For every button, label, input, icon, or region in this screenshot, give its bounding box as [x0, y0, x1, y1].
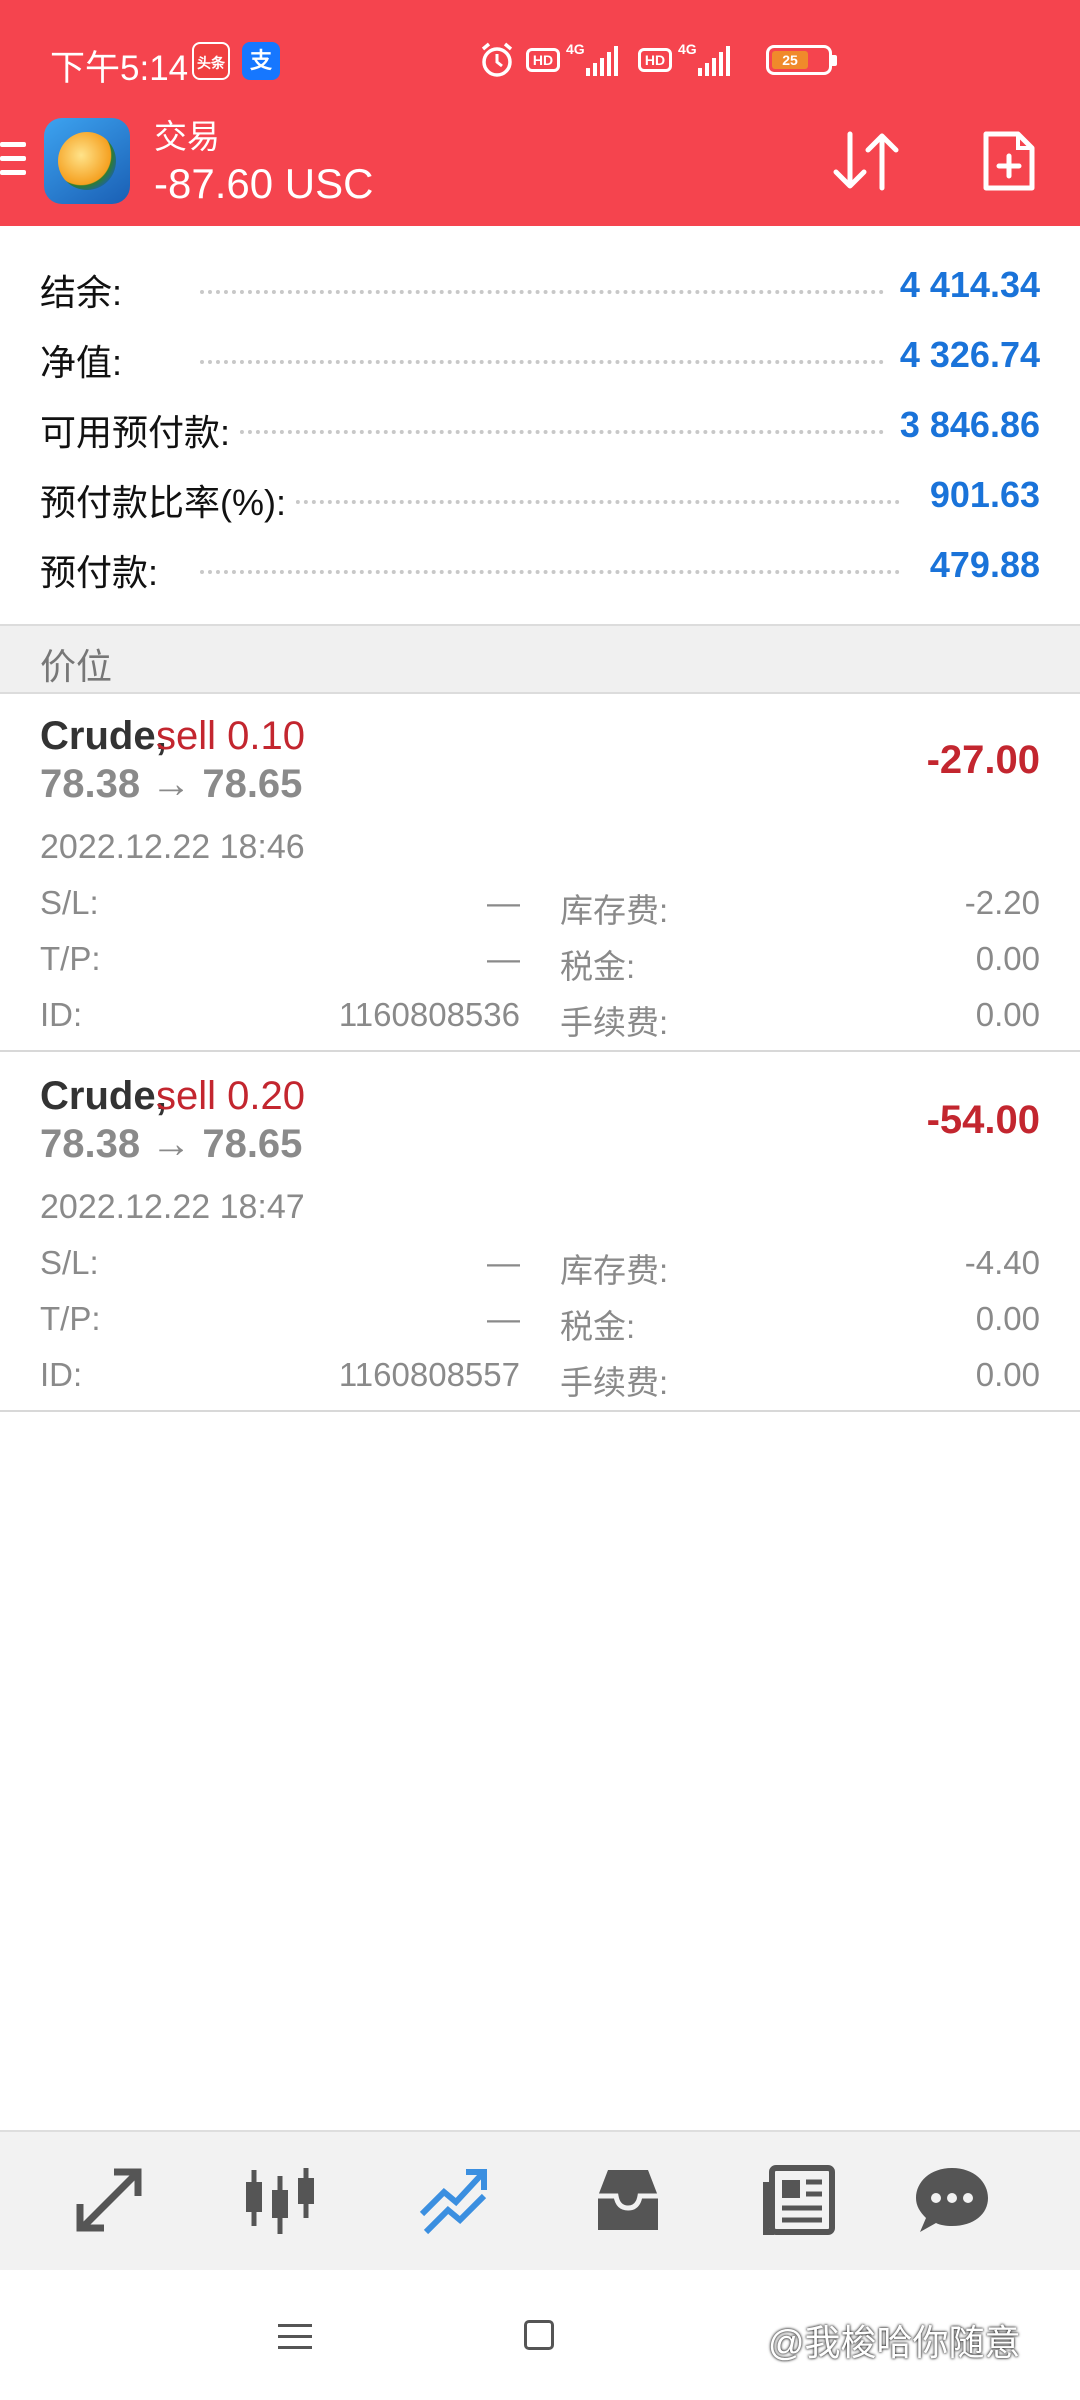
position-time: 2022.12.22 18:46 — [40, 828, 305, 866]
signal-4g-icon: 4G — [566, 41, 618, 76]
tax-value: 0.00 — [975, 1300, 1040, 1337]
id-value: 1160808557 — [338, 1356, 520, 1393]
position-row[interactable]: Crude, sell 0.10 78.38 → 78.65 -27.00 20… — [0, 694, 1080, 1052]
history-icon[interactable] — [588, 2160, 668, 2240]
summary-value: 479.88 — [915, 544, 1040, 586]
position-side: sell 0.20 — [156, 1074, 305, 1118]
summary-value: 3 846.86 — [885, 404, 1040, 446]
summary-row-free-margin: 可用预付款: 3 846.86 — [0, 392, 1080, 462]
summary-row-margin: 预付款: 479.88 — [0, 532, 1080, 602]
sort-icon[interactable] — [828, 128, 904, 194]
position-side: sell 0.10 — [156, 714, 305, 758]
fee-label: 手续费: — [560, 1004, 669, 1041]
id-value: 1160808536 — [338, 996, 520, 1033]
signal-4g-icon: 4G — [678, 41, 730, 76]
position-time: 2022.12.22 18:47 — [40, 1188, 305, 1226]
swap-label: 库存费: — [560, 1252, 669, 1289]
position-symbol: Crude, — [40, 1074, 167, 1118]
summary-row-margin-level: 预付款比率(%): 901.63 — [0, 462, 1080, 532]
profit-total: -87.60 USC — [154, 160, 374, 207]
id-label: ID: — [40, 1356, 83, 1393]
metatrader-logo-icon — [44, 118, 130, 204]
battery-level: 25 — [772, 51, 808, 69]
sl-value: — — [487, 1244, 520, 1281]
id-label: ID: — [40, 996, 83, 1033]
section-header: 价位 — [0, 624, 1080, 694]
position-symbol: Crude, — [40, 714, 167, 758]
section-title: 价位 — [40, 646, 113, 687]
quotes-icon[interactable] — [70, 2160, 150, 2240]
news-icon[interactable] — [760, 2160, 840, 2240]
toutiao-app-icon: 头条 — [192, 42, 230, 80]
summary-row-equity: 净值: 4 326.74 — [0, 322, 1080, 392]
tax-label: 税金: — [560, 948, 636, 985]
svg-text:4G: 4G — [678, 41, 697, 57]
swap-value: -4.40 — [964, 1244, 1040, 1281]
menu-icon[interactable] — [0, 140, 28, 180]
app-header: 下午5:14 头条 支 HD 4G HD 4G 25 交易 -87.60 USC — [0, 0, 1080, 226]
bottom-navigation — [0, 2130, 1080, 2270]
tp-label: T/P: — [40, 1300, 101, 1337]
recent-apps-icon[interactable] — [278, 2322, 312, 2352]
summary-label: 净值: — [40, 334, 133, 386]
new-order-icon[interactable] — [980, 128, 1038, 194]
swap-label: 库存费: — [560, 892, 669, 929]
summary-label: 可用预付款: — [40, 404, 241, 456]
fee-value: 0.00 — [975, 1356, 1040, 1393]
position-profit: -27.00 — [926, 738, 1040, 782]
position-profit: -54.00 — [926, 1098, 1040, 1142]
summary-label: 预付款: — [40, 544, 169, 596]
sl-label: S/L: — [40, 884, 99, 921]
alipay-app-icon: 支 — [242, 42, 280, 80]
position-price: 78.38 → 78.65 — [40, 762, 303, 806]
summary-value: 4 326.74 — [885, 334, 1040, 376]
tp-label: T/P: — [40, 940, 101, 977]
account-summary: 结余: 4 414.34 净值: 4 326.74 可用预付款: 3 846.8… — [0, 228, 1080, 622]
tp-value: — — [487, 1300, 520, 1337]
system-navigation-bar: @我梭哈你随意 — [0, 2270, 1080, 2400]
status-time: 下午5:14 — [50, 49, 189, 88]
hd-icon: HD — [526, 48, 560, 72]
svg-text:4G: 4G — [566, 41, 585, 57]
home-icon[interactable] — [524, 2320, 554, 2350]
tp-value: — — [487, 940, 520, 977]
tax-label: 税金: — [560, 1308, 636, 1345]
fee-value: 0.00 — [975, 996, 1040, 1033]
chart-icon[interactable] — [240, 2160, 320, 2240]
fee-label: 手续费: — [560, 1364, 669, 1401]
position-row[interactable]: Crude, sell 0.20 78.38 → 78.65 -54.00 20… — [0, 1054, 1080, 1412]
summary-label: 预付款比率(%): — [40, 474, 296, 526]
sl-value: — — [487, 884, 520, 921]
trade-icon[interactable] — [414, 2160, 494, 2240]
tax-value: 0.00 — [975, 940, 1040, 977]
summary-value: 901.63 — [915, 474, 1040, 516]
watermark: @我梭哈你随意 — [768, 2322, 1021, 2363]
status-bar: 下午5:14 头条 支 HD 4G HD 4G 25 — [0, 0, 1080, 120]
hd-icon: HD — [638, 48, 672, 72]
summary-row-balance: 结余: 4 414.34 — [0, 252, 1080, 322]
swap-value: -2.20 — [964, 884, 1040, 921]
position-price: 78.38 → 78.65 — [40, 1122, 303, 1166]
chat-icon[interactable] — [912, 2160, 992, 2240]
sl-label: S/L: — [40, 1244, 99, 1281]
battery-icon: 25 — [766, 45, 837, 75]
summary-value: 4 414.34 — [885, 264, 1040, 306]
summary-label: 结余: — [40, 264, 133, 316]
page-title: 交易 — [154, 118, 220, 155]
alarm-icon — [481, 42, 513, 77]
